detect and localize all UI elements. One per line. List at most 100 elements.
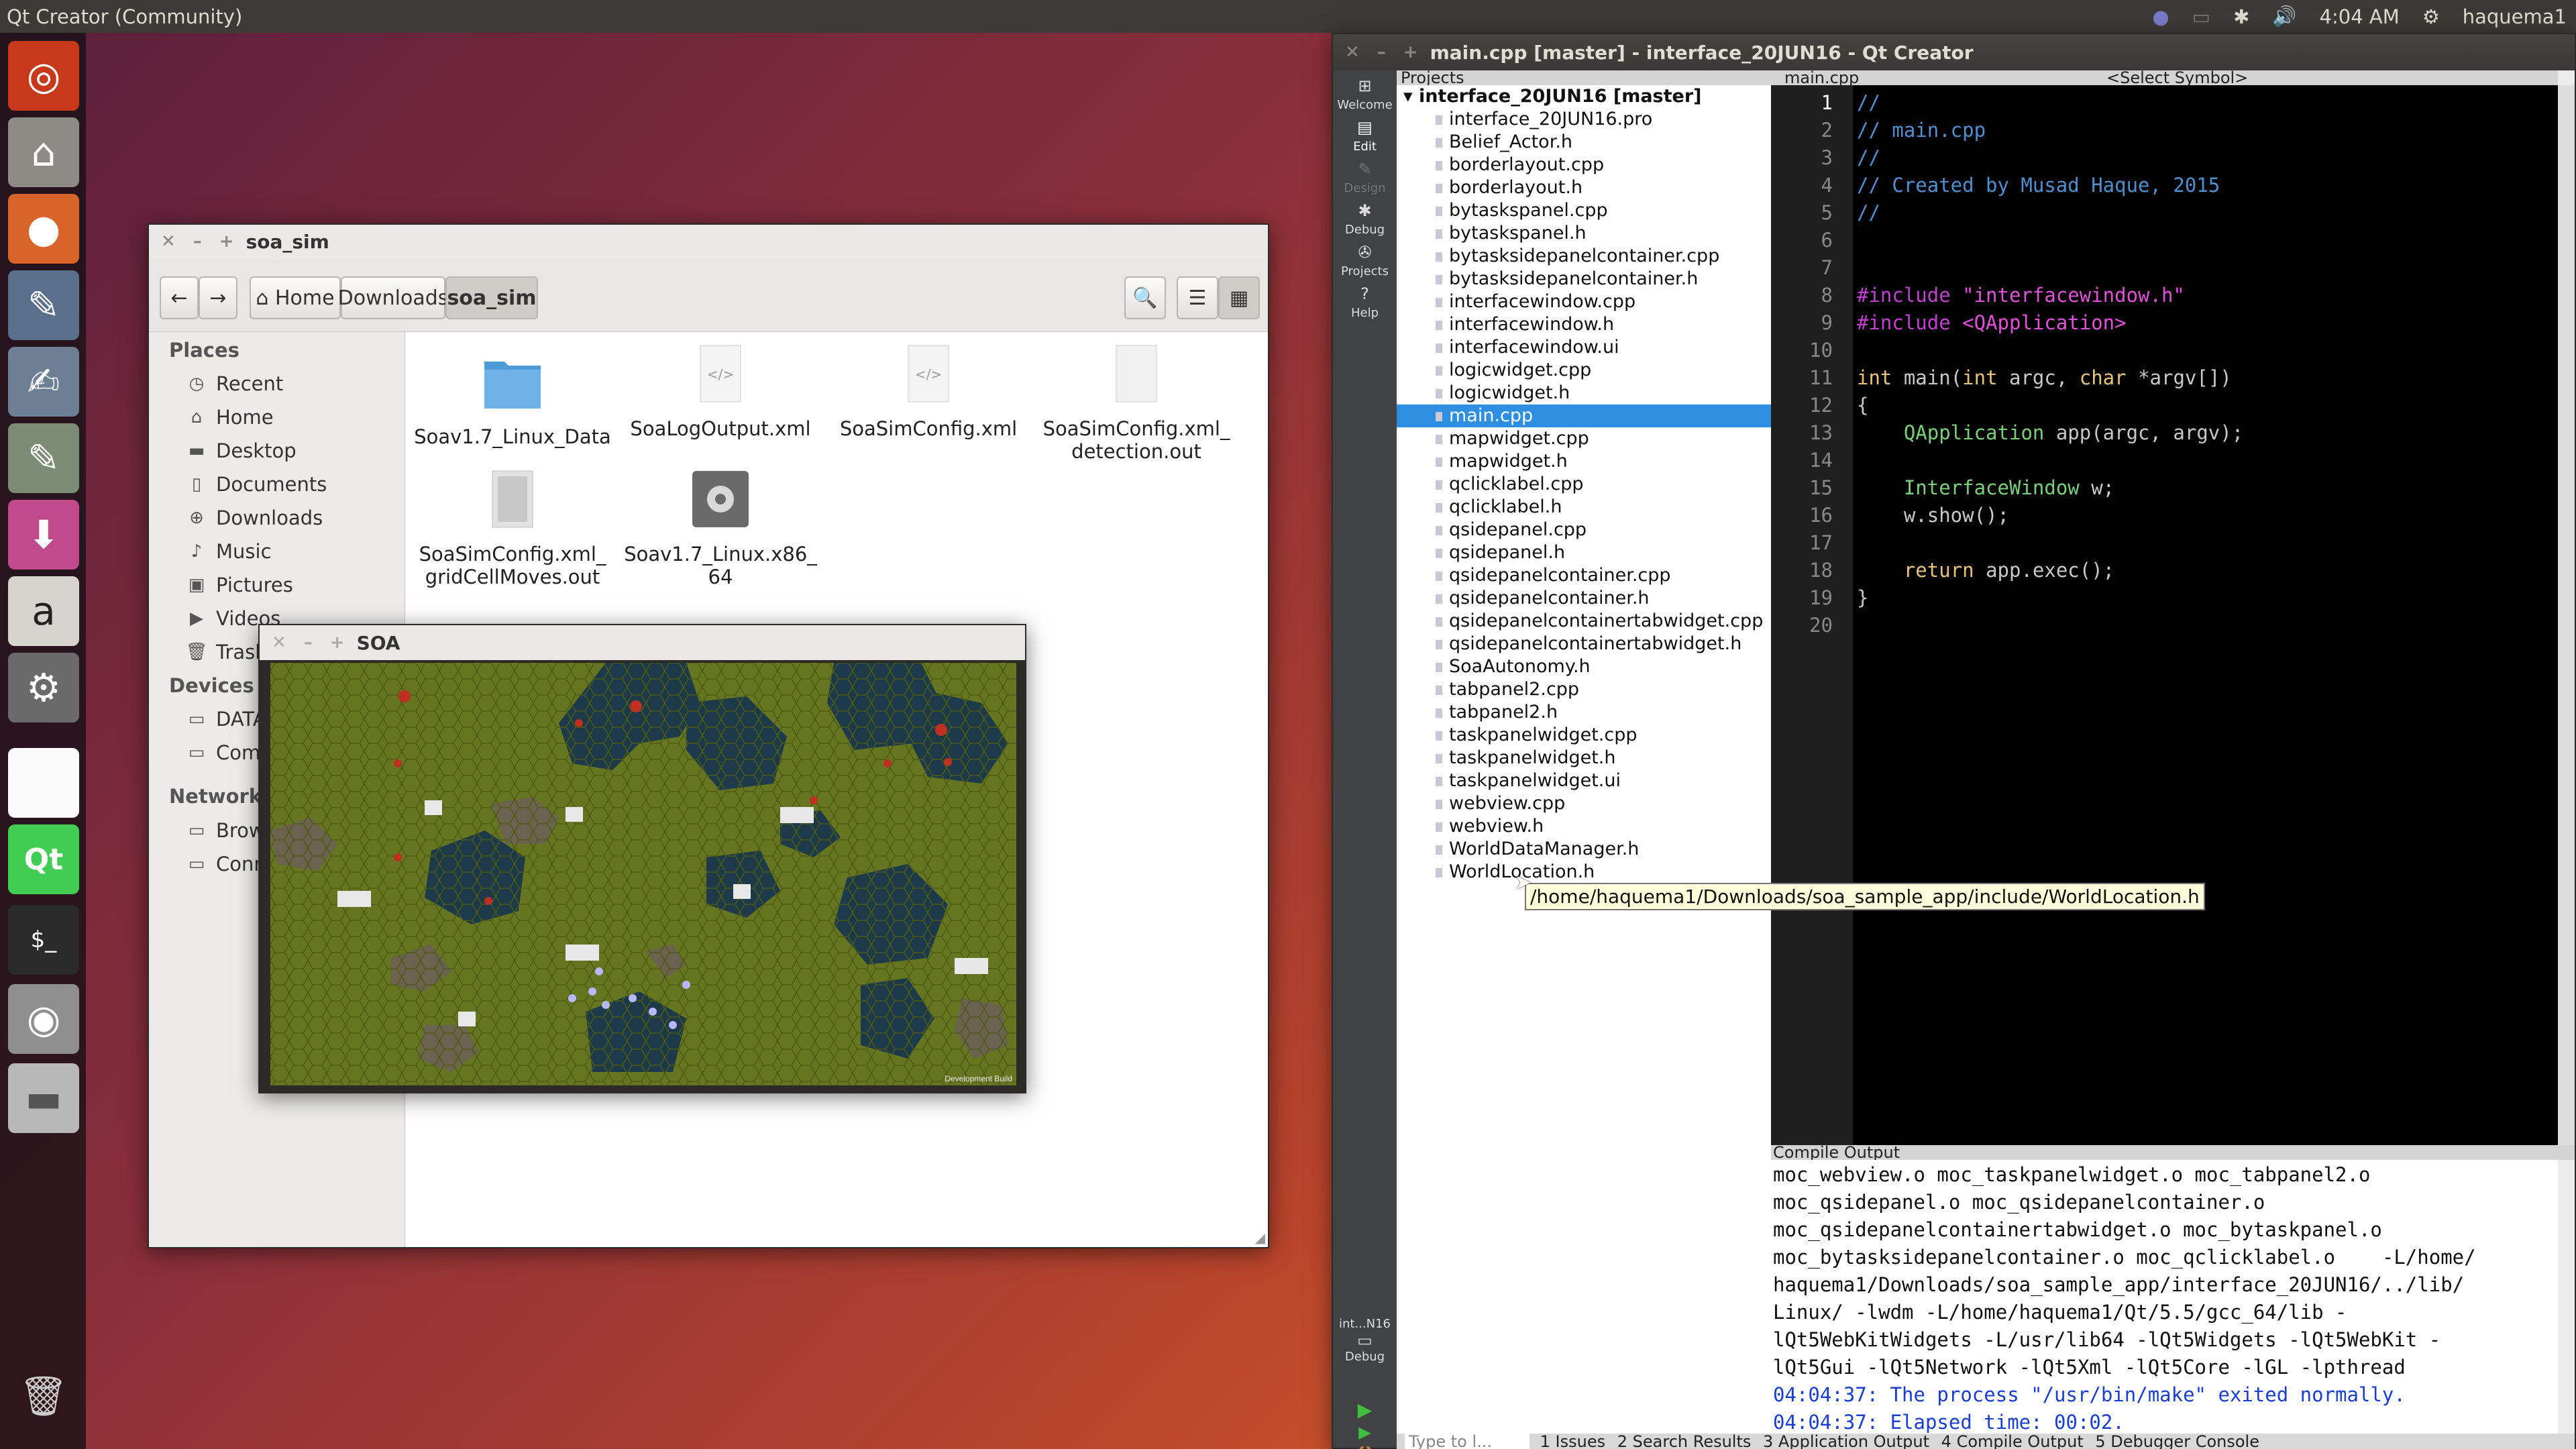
- mode-edit[interactable]: ▤ Edit: [1333, 112, 1397, 154]
- project-file-item[interactable]: tabpanel2.h: [1397, 701, 1771, 724]
- project-file-item[interactable]: logicwidget.h: [1397, 382, 1771, 405]
- project-file-item[interactable]: interfacewindow.cpp: [1397, 290, 1771, 313]
- sidebar-item-trash[interactable]: 🗑 Trash: [186, 641, 268, 663]
- project-file-item[interactable]: main.cpp: [1397, 405, 1771, 427]
- project-file-item[interactable]: bytasksidepanelcontainer.h: [1397, 268, 1771, 290]
- locator-input[interactable]: Type to l...: [1405, 1434, 1529, 1449]
- minimize-icon[interactable]: –: [193, 231, 202, 252]
- sidebar-item-recent[interactable]: ◷ Recent: [186, 372, 284, 395]
- breadcrumb-current[interactable]: soa_sim: [445, 276, 538, 319]
- project-file-item[interactable]: qsidepanel.cpp: [1397, 519, 1771, 541]
- run-icon[interactable]: ▶: [1333, 1399, 1397, 1421]
- trash-icon[interactable]: 🗑: [8, 1361, 79, 1431]
- sidebar-item-pictures[interactable]: ▣ Pictures: [186, 574, 293, 596]
- hex-map-view[interactable]: Development Build: [270, 663, 1016, 1085]
- compile-output[interactable]: moc_webview.o moc_taskpanelwidget.o moc_…: [1771, 1160, 2558, 1434]
- project-file-item[interactable]: SoaAutonomy.h: [1397, 655, 1771, 678]
- keyboard-indicator-icon[interactable]: ▭: [2192, 5, 2210, 28]
- expand-arrow-icon[interactable]: ▾: [1403, 86, 1419, 107]
- qt-titlebar[interactable]: ✕ – + main.cpp [master] - interface_20JUN1…: [1333, 34, 2575, 70]
- soa-titlebar[interactable]: ✕ – + SOA: [260, 625, 1025, 660]
- pane-tab-debugger-console[interactable]: 5 Debugger Console: [2095, 1432, 2259, 1449]
- files-titlebar[interactable]: ✕ – + soa_sim: [149, 225, 1268, 258]
- text-editor-icon[interactable]: ✍: [8, 347, 79, 417]
- project-file-item[interactable]: bytaskspanel.cpp: [1397, 199, 1771, 222]
- volume-icon[interactable]: 🔊: [2272, 5, 2296, 28]
- close-icon[interactable]: ✕: [272, 633, 286, 653]
- software-updater-icon[interactable]: ⬇: [8, 500, 79, 570]
- close-icon[interactable]: ✕: [161, 231, 176, 252]
- project-file-item[interactable]: interfacewindow.ui: [1397, 336, 1771, 359]
- file-item[interactable]: SoaSimConfig.xml_ detection.out: [1029, 344, 1244, 463]
- camera-icon[interactable]: ◉: [8, 984, 79, 1054]
- sidebar-item-desktop[interactable]: ▬ Desktop: [186, 439, 297, 462]
- project-file-item[interactable]: qclicklabel.h: [1397, 496, 1771, 519]
- qt-creator-icon[interactable]: Qt: [8, 824, 79, 894]
- minimize-icon[interactable]: –: [304, 633, 313, 653]
- project-file-item[interactable]: logicwidget.cpp: [1397, 359, 1771, 382]
- projects-pane-header[interactable]: Projects: [1397, 70, 1771, 85]
- home-folder-icon[interactable]: ⌂: [8, 117, 79, 187]
- sidebar-item-data[interactable]: ▭ DATA: [186, 708, 266, 731]
- file-item[interactable]: </> SoaSimConfig.xml: [821, 344, 1036, 440]
- project-file-item[interactable]: Belief_Actor.h: [1397, 131, 1771, 154]
- project-file-item[interactable]: qclicklabel.cpp: [1397, 473, 1771, 496]
- pane-tab-search[interactable]: 2 Search Results: [1617, 1432, 1752, 1449]
- editor-scrollbar[interactable]: [2558, 85, 2575, 1145]
- file-item[interactable]: Soav1.7_Linux_Data: [405, 352, 620, 448]
- project-root[interactable]: ▾ interface_20JUN16 [master]: [1397, 85, 1771, 108]
- search-button[interactable]: 🔍: [1124, 276, 1166, 319]
- project-file-item[interactable]: webview.h: [1397, 815, 1771, 838]
- project-file-item[interactable]: qsidepanelcontainertabwidget.cpp: [1397, 610, 1771, 633]
- project-file-item[interactable]: tabpanel2.cpp: [1397, 678, 1771, 701]
- firefox-icon[interactable]: ●: [8, 194, 79, 264]
- mode-projects[interactable]: ✇ Projects: [1333, 237, 1397, 278]
- project-file-item[interactable]: qsidepanelcontainer.h: [1397, 587, 1771, 610]
- minimize-icon[interactable]: –: [1377, 42, 1386, 62]
- symbol-dropdown[interactable]: <Select Symbol>: [2106, 70, 2248, 86]
- project-file-item[interactable]: WorldDataManager.h: [1397, 838, 1771, 861]
- file-item[interactable]: </> SoaLogOutput.xml: [613, 344, 828, 440]
- project-file-item[interactable]: interface_20JUN16.pro: [1397, 108, 1771, 131]
- file-item[interactable]: SoaSimConfig.xml_ gridCellMoves.out: [405, 470, 620, 588]
- debug-run-icon[interactable]: ▶: [1333, 1423, 1397, 1442]
- pane-tab-app-output[interactable]: 3 Application Output: [1763, 1432, 1929, 1449]
- gedit-icon[interactable]: ✎: [8, 423, 79, 493]
- system-settings-icon[interactable]: ⚙: [8, 653, 79, 722]
- kit-selector[interactable]: int...N16 ▭ Debug: [1333, 1317, 1397, 1364]
- project-file-item[interactable]: qsidepanelcontainertabwidget.h: [1397, 633, 1771, 655]
- sidebar-item-downloads[interactable]: ⊕ Downloads: [186, 506, 323, 529]
- build-hammer-icon[interactable]: ⚒: [1333, 1443, 1397, 1449]
- terminal-icon[interactable]: $_: [8, 905, 79, 975]
- pane-tab-compile-output[interactable]: 4 Compile Output: [1941, 1432, 2084, 1449]
- disk-icon[interactable]: ▬: [8, 1063, 79, 1133]
- project-file-item[interactable]: bytaskspanel.h: [1397, 222, 1771, 245]
- project-file-item[interactable]: mapwidget.h: [1397, 450, 1771, 473]
- project-file-item[interactable]: borderlayout.h: [1397, 176, 1771, 199]
- maximize-icon[interactable]: +: [330, 633, 345, 653]
- amazon-icon[interactable]: a: [8, 576, 79, 646]
- project-file-item[interactable]: qsidepanelcontainer.cpp: [1397, 564, 1771, 587]
- file-item[interactable]: Soav1.7_Linux.x86_ 64: [613, 470, 828, 588]
- breadcrumb-downloads[interactable]: Downloads: [338, 276, 448, 319]
- pane-tab-issues[interactable]: 1 Issues: [1540, 1432, 1605, 1449]
- project-file-item[interactable]: mapwidget.cpp: [1397, 427, 1771, 450]
- project-file-item[interactable]: webview.cpp: [1397, 792, 1771, 815]
- list-view-button[interactable]: ☰: [1177, 276, 1218, 319]
- maximize-icon[interactable]: +: [1403, 42, 1418, 62]
- ubuntu-dash-icon[interactable]: ◎: [8, 41, 79, 111]
- maximize-icon[interactable]: +: [219, 231, 234, 252]
- project-file-item[interactable]: taskpanelwidget.ui: [1397, 769, 1771, 792]
- project-file-item[interactable]: bytasksidepanelcontainer.cpp: [1397, 245, 1771, 268]
- mode-debug[interactable]: ✱ Debug: [1333, 195, 1397, 237]
- mode-help[interactable]: ? Help: [1333, 278, 1397, 320]
- back-button[interactable]: ←: [160, 276, 199, 319]
- project-file-item[interactable]: WorldLocation.h: [1397, 861, 1771, 883]
- project-file-item[interactable]: taskpanelwidget.cpp: [1397, 724, 1771, 747]
- network-indicator-icon[interactable]: ●: [2152, 5, 2169, 28]
- user-name[interactable]: haquema1: [2463, 5, 2567, 28]
- blank-window-icon[interactable]: [8, 748, 79, 818]
- libreoffice-writer-icon[interactable]: ✎: [8, 270, 79, 340]
- mode-design[interactable]: ✎ Design: [1333, 154, 1397, 195]
- code-editor[interactable]: // // main.cpp // // Created by Musad Haque…: [1853, 85, 2558, 1145]
